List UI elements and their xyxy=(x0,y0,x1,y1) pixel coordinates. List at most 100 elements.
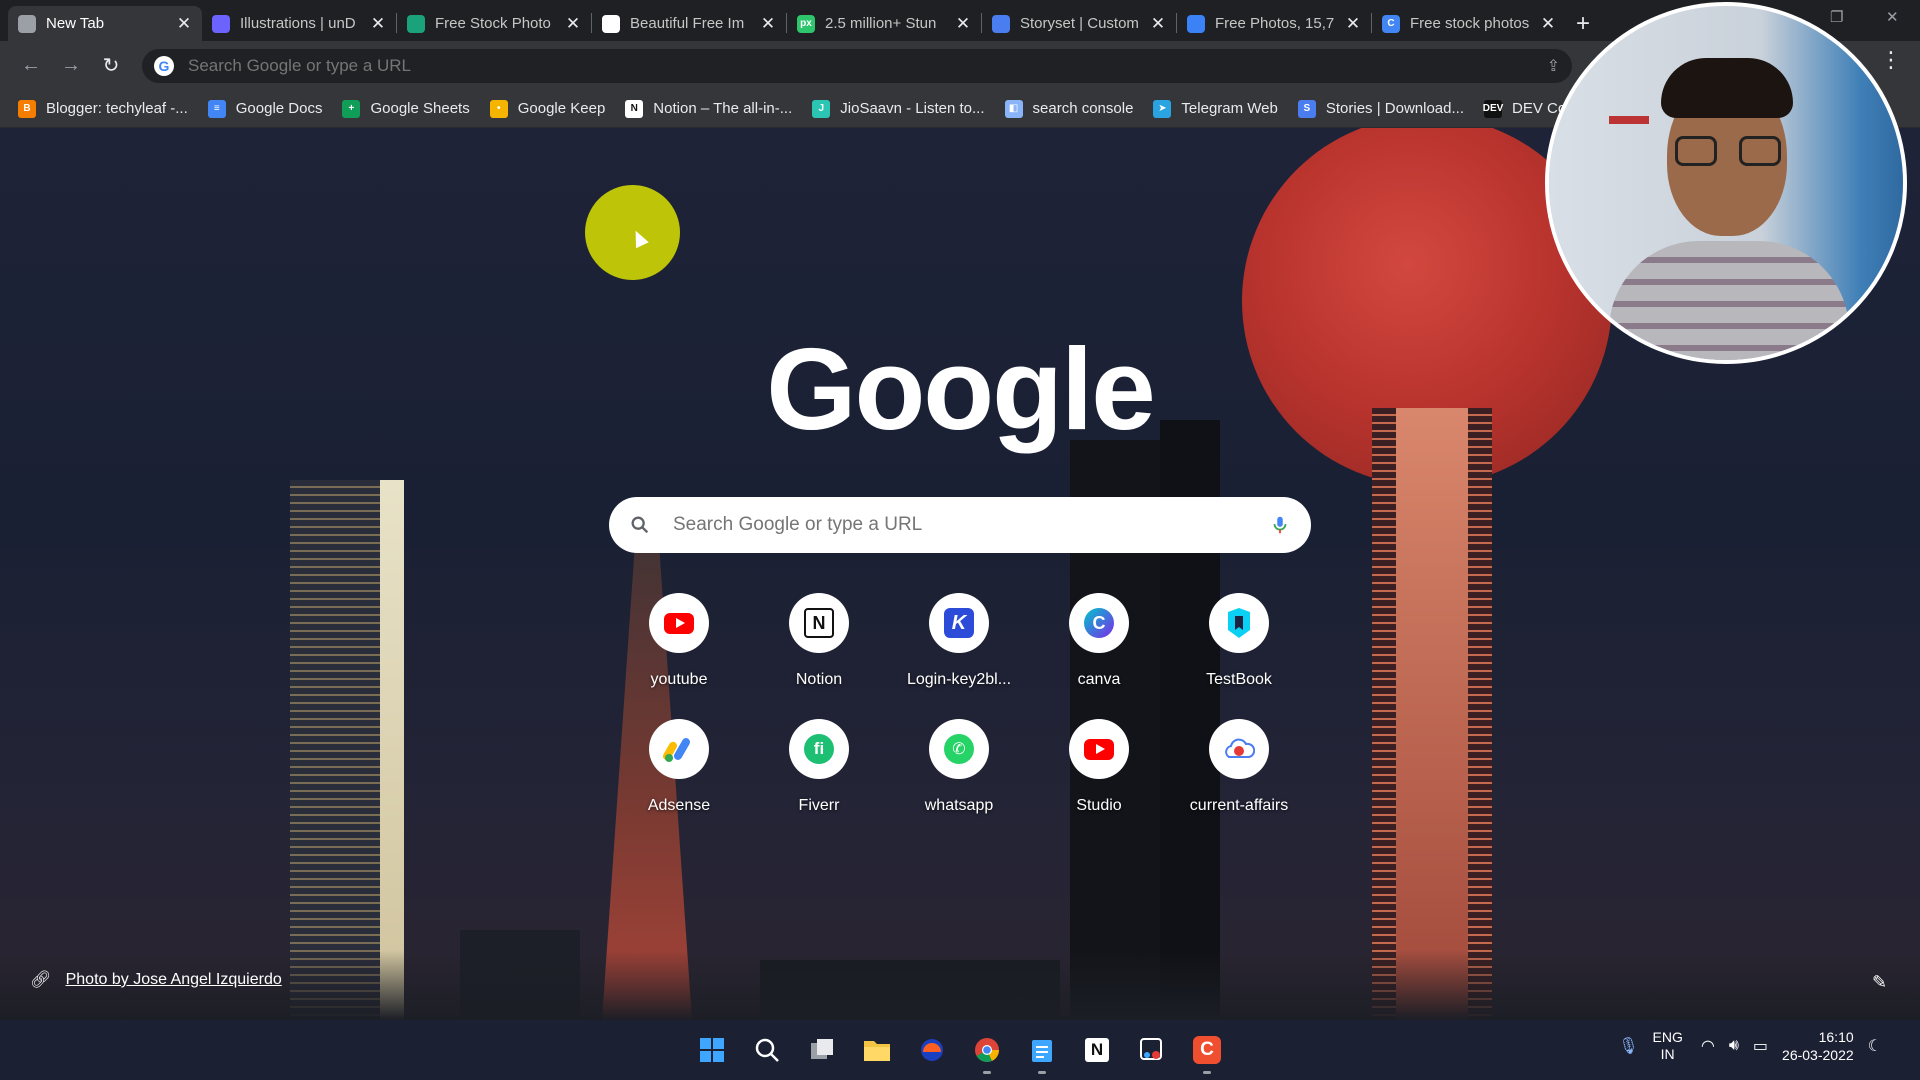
notion-icon-part: N xyxy=(1085,1038,1109,1062)
address-bar[interactable]: G ⇪ xyxy=(142,48,1572,83)
search-icon[interactable] xyxy=(747,1030,787,1070)
brave-icon-part xyxy=(921,1039,943,1061)
bookmark-label: Stories | Download... xyxy=(1325,100,1464,117)
tab-2[interactable]: Free Stock Photo ✕ xyxy=(397,6,591,41)
bookmark-item[interactable]: J JioSaavn - Listen to... xyxy=(812,99,985,118)
adsense-icon-part xyxy=(665,754,673,762)
person-hair xyxy=(1661,58,1793,118)
shortcut-tile[interactable]: Ccanva xyxy=(1029,593,1169,689)
address-input[interactable] xyxy=(188,55,1547,76)
tab-7[interactable]: C Free stock photos ✕ xyxy=(1372,6,1566,41)
canva-icon-part: C xyxy=(1084,608,1114,638)
windows-taskbar: N C 🎙︎ ENG IN ◠ 🔊︎ ▭ 16:10 26-03-2022 ☾ xyxy=(0,1020,1920,1080)
bookmark-item[interactable]: S Stories | Download... xyxy=(1297,99,1464,118)
bookmark-item[interactable]: N Notion – The all-in-... xyxy=(625,99,793,118)
wifi-icon[interactable]: ◠ xyxy=(1701,1036,1715,1056)
shortcut-label: Notion xyxy=(795,671,843,688)
unsplash-icon xyxy=(602,14,620,33)
shortcut-label: Login-key2bl... xyxy=(906,671,1012,688)
close-tab-icon[interactable]: ✕ xyxy=(760,14,776,34)
reload-button[interactable]: ↻ xyxy=(94,49,128,83)
shortcut-tile[interactable]: Studio xyxy=(1029,719,1169,815)
brave-icon[interactable] xyxy=(912,1030,952,1070)
bookmark-item[interactable]: ➤ Telegram Web xyxy=(1153,99,1278,118)
bookmark-item[interactable]: • Google Keep xyxy=(489,99,605,118)
tab-6[interactable]: Free Photos, 15,7 ✕ xyxy=(1177,6,1371,41)
bookmark-label: Notion – The all-in-... xyxy=(653,100,793,117)
windows-start-icon[interactable] xyxy=(692,1030,732,1070)
shortcut-tile[interactable]: fi Fiverr xyxy=(749,719,889,815)
file-explorer-icon[interactable] xyxy=(857,1030,897,1070)
youtube-studio-icon-part xyxy=(1084,738,1114,760)
camtasia-icon[interactable]: C xyxy=(1187,1030,1227,1074)
close-tab-icon[interactable]: ✕ xyxy=(1345,14,1361,34)
tab-title: Free Photos, 15,7 xyxy=(1215,15,1335,32)
tab-1[interactable]: Illustrations | unD ✕ xyxy=(202,6,396,41)
customize-pencil-icon[interactable]: ✎ xyxy=(1872,972,1887,993)
shortcut-tile[interactable]: K Login-key2bl... xyxy=(889,593,1029,689)
pexels-icon xyxy=(1187,14,1205,33)
back-button[interactable]: ← xyxy=(14,49,48,83)
shortcut-tile[interactable]: TestBook xyxy=(1169,593,1309,689)
tab-4[interactable]: px 2.5 million+ Stun ✕ xyxy=(787,6,981,41)
bookmark-item[interactable]: B Blogger: techyleaf -... xyxy=(18,99,188,118)
language-code: ENG xyxy=(1652,1029,1683,1045)
tab-3[interactable]: Beautiful Free Im ✕ xyxy=(592,6,786,41)
close-tab-icon[interactable]: ✕ xyxy=(565,14,581,34)
snipping-tool-icon[interactable] xyxy=(1132,1030,1172,1070)
skyscraper xyxy=(1396,408,1468,1020)
bookmark-item[interactable]: ◧ search console xyxy=(1004,99,1133,118)
windows-start-icon-part xyxy=(700,1038,724,1062)
shortcut-tile[interactable]: ✆ whatsapp xyxy=(889,719,1029,815)
clock[interactable]: 16:10 26-03-2022 xyxy=(1782,1028,1854,1064)
close-tab-icon[interactable]: ✕ xyxy=(1150,14,1166,34)
tab-title: 2.5 million+ Stun xyxy=(825,15,937,32)
task-view-icon[interactable] xyxy=(802,1030,842,1070)
chrome-icon xyxy=(18,14,36,33)
person-shirt xyxy=(1609,241,1849,360)
microphone-icon[interactable]: 🎙︎ xyxy=(1618,1036,1638,1056)
search-input[interactable] xyxy=(673,514,1269,536)
volume-icon[interactable]: 🔊︎ xyxy=(1729,1037,1739,1055)
tab-5[interactable]: Storyset | Custom ✕ xyxy=(982,6,1176,41)
youtube-icon-part xyxy=(664,612,694,634)
arrow-left-icon: ← xyxy=(21,54,41,76)
snipping-tool-icon-part xyxy=(1140,1038,1162,1060)
chrome-icon-part xyxy=(983,1046,991,1054)
shortcuts-grid: youtube N Notion K Login-key2bl... Ccanva Test… xyxy=(609,593,1311,815)
bookmark-item[interactable]: ≡ Google Docs xyxy=(207,99,322,118)
photo-credit-link[interactable]: Photo by Jose Angel Izquierdo xyxy=(66,971,282,989)
close-tab-icon[interactable]: ✕ xyxy=(176,14,192,34)
tab-title: Beautiful Free Im xyxy=(630,15,745,32)
shortcut-tile[interactable]: N Notion xyxy=(749,593,889,689)
notifications-icon[interactable]: ☾ xyxy=(1868,1036,1882,1056)
photo-credit[interactable]: 🔗︎ Photo by Jose Angel Izquierdo xyxy=(30,970,282,990)
close-tab-icon[interactable]: ✕ xyxy=(370,14,386,34)
bookmark-item[interactable]: + Google Sheets xyxy=(342,99,470,118)
shortcut-tile[interactable]: Adsense xyxy=(609,719,749,815)
bookmark-favicon-icon: + xyxy=(342,99,361,118)
forward-button[interactable]: → xyxy=(54,49,88,83)
tab-0[interactable]: New Tab ✕ xyxy=(8,6,202,41)
shortcut-label: canva xyxy=(1077,671,1121,688)
adsense-icon-part xyxy=(663,738,690,762)
google-search-box[interactable] xyxy=(609,497,1311,553)
search-icon-part xyxy=(755,1038,775,1058)
notion-icon[interactable]: N xyxy=(1077,1030,1117,1070)
testbook-icon xyxy=(1209,593,1269,653)
close-tab-icon[interactable]: ✕ xyxy=(955,14,971,34)
chrome-icon[interactable] xyxy=(967,1030,1007,1074)
bookmark-label: Blogger: techyleaf -... xyxy=(46,100,188,117)
shortcut-tile[interactable]: current-affairs xyxy=(1169,719,1309,815)
shelf xyxy=(1609,116,1649,124)
notepad-icon[interactable] xyxy=(1022,1030,1062,1074)
bookmark-favicon-icon: J xyxy=(812,99,831,118)
language-indicator[interactable]: ENG IN xyxy=(1653,1029,1683,1063)
shortcut-label: current-affairs xyxy=(1189,797,1289,814)
bookmark-favicon-icon: S xyxy=(1297,99,1316,118)
microphone-icon[interactable] xyxy=(1269,514,1291,536)
windows-start-icon-part xyxy=(700,1038,711,1049)
battery-icon[interactable]: ▭ xyxy=(1753,1036,1768,1056)
shortcut-tile[interactable]: youtube xyxy=(609,593,749,689)
date: 26-03-2022 xyxy=(1782,1047,1854,1063)
